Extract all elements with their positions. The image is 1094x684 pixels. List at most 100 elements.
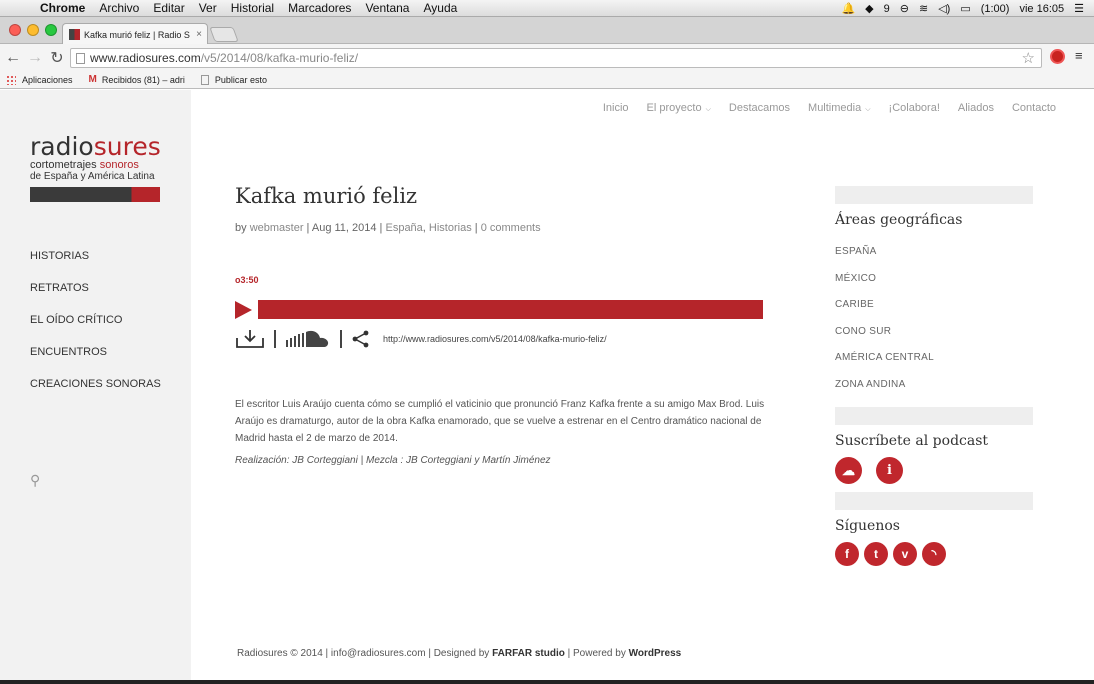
divider bbox=[340, 330, 342, 348]
close-tab-icon[interactable]: × bbox=[196, 29, 202, 40]
tab-strip: Kafka murió feliz | Radio S × bbox=[0, 17, 1094, 45]
area-america-central[interactable]: AMÉRICA CENTRAL bbox=[835, 352, 1033, 379]
document-icon bbox=[200, 74, 209, 85]
social-icons: f t v ◝ bbox=[835, 542, 1033, 566]
soundcloud-podcast-icon[interactable]: ☁ bbox=[835, 457, 862, 484]
web-page: radiosures cortometrajes sonoros de Espa… bbox=[0, 90, 1094, 680]
extension-icon[interactable] bbox=[1050, 49, 1065, 64]
wifi-icon[interactable]: ≋ bbox=[919, 2, 928, 15]
menu-archivo[interactable]: Archivo bbox=[99, 1, 139, 15]
info-icon[interactable]: i bbox=[876, 457, 903, 484]
footer-designer-link[interactable]: FARFAR studio bbox=[492, 648, 565, 659]
footer-wordpress-link[interactable]: WordPress bbox=[629, 648, 682, 659]
share-url[interactable]: http://www.radiosures.com/v5/2014/08/kaf… bbox=[383, 334, 607, 344]
post-meta: by webmaster | Aug 11, 2014 | España, Hi… bbox=[235, 222, 541, 234]
author-link[interactable]: webmaster bbox=[250, 222, 304, 234]
top-nav: Inicio El proyecto ⌵ Destacamos Multimedi… bbox=[585, 102, 1056, 114]
divider bbox=[274, 330, 276, 348]
search-icon[interactable]: ⚲ bbox=[30, 472, 40, 489]
back-arrow-icon[interactable]: ← bbox=[2, 49, 24, 67]
post-content: Kafka murió feliz by webmaster | Aug 11,… bbox=[235, 184, 765, 466]
volume-icon[interactable]: ◁) bbox=[938, 2, 950, 15]
post-body: El escritor Luis Araújo cuenta cómo se c… bbox=[235, 399, 765, 444]
share-icon[interactable] bbox=[351, 329, 371, 349]
battery-icon[interactable]: ▭ bbox=[960, 2, 970, 15]
logo-word-sures: sures bbox=[93, 132, 161, 161]
area-mexico[interactable]: MÉXICO bbox=[835, 273, 1033, 300]
menu-app[interactable]: Chrome bbox=[40, 1, 85, 15]
menu-marcadores[interactable]: Marcadores bbox=[288, 1, 351, 15]
bookmark-gmail[interactable]: M Recibidos (81) – adri bbox=[89, 74, 185, 85]
side-nav-historias[interactable]: HISTORIAS bbox=[30, 250, 161, 282]
podcast-title: Suscríbete al podcast bbox=[835, 433, 989, 449]
bookmark-apps[interactable]: Aplicaciones bbox=[0, 74, 73, 85]
nav-inicio[interactable]: Inicio bbox=[603, 102, 629, 114]
address-bar[interactable]: www.radiosures.com/v5/2014/08/kafka-muri… bbox=[70, 48, 1042, 68]
twitter-icon[interactable]: t bbox=[864, 542, 888, 566]
vimeo-icon[interactable]: v bbox=[893, 542, 917, 566]
widget-divider bbox=[835, 492, 1033, 510]
nav-label: Multimedia bbox=[808, 102, 862, 114]
site-logo[interactable]: radiosures cortometrajes sonoros de Espa… bbox=[30, 132, 161, 202]
side-nav-retratos[interactable]: RETRATOS bbox=[30, 282, 161, 314]
play-icon[interactable] bbox=[235, 300, 252, 319]
area-zona-andina[interactable]: ZONA ANDINA bbox=[835, 379, 1033, 406]
menu-historial[interactable]: Historial bbox=[231, 1, 274, 15]
clock[interactable]: vie 16:05 bbox=[1019, 3, 1064, 15]
side-nav-encuentros[interactable]: ENCUENTROS bbox=[30, 346, 161, 378]
chrome-menu-icon[interactable]: ≡ bbox=[1075, 48, 1083, 63]
area-caribe[interactable]: CARIBE bbox=[835, 299, 1033, 326]
category-historias-link[interactable]: Historias bbox=[429, 222, 472, 234]
reload-icon[interactable]: ↻ bbox=[46, 48, 68, 68]
minimize-window-button[interactable] bbox=[27, 24, 39, 36]
battery-time[interactable]: (1:00) bbox=[981, 3, 1010, 15]
areas-title: Áreas geográficas bbox=[835, 212, 963, 228]
menu-ver[interactable]: Ver bbox=[199, 1, 217, 15]
notif-count[interactable]: 9 bbox=[884, 3, 890, 15]
dropbox-icon[interactable]: ◆ bbox=[865, 2, 873, 15]
notification-icon[interactable]: 🔔 bbox=[841, 2, 855, 15]
new-tab-button[interactable] bbox=[209, 27, 239, 42]
nav-el-proyecto[interactable]: El proyecto ⌵ bbox=[647, 102, 711, 114]
side-nav-oido-critico[interactable]: EL OÍDO CRÍTICO bbox=[30, 314, 161, 346]
download-icon[interactable] bbox=[235, 329, 265, 349]
bookmark-star-icon[interactable]: ☆ bbox=[1022, 49, 1035, 67]
side-nav: HISTORIAS RETRATOS EL OÍDO CRÍTICO ENCUE… bbox=[30, 250, 161, 410]
close-window-button[interactable] bbox=[9, 24, 21, 36]
menu-ayuda[interactable]: Ayuda bbox=[423, 1, 457, 15]
menu-editar[interactable]: Editar bbox=[153, 1, 184, 15]
right-sidebar: Áreas geográficas ESPAÑA MÉXICO CARIBE C… bbox=[835, 186, 1033, 566]
forward-arrow-icon[interactable]: → bbox=[24, 49, 46, 67]
nav-contacto[interactable]: Contacto bbox=[1012, 102, 1056, 114]
nav-label: El proyecto bbox=[646, 102, 702, 114]
widget-divider bbox=[835, 407, 1033, 425]
areas-list: ESPAÑA MÉXICO CARIBE CONO SUR AMÉRICA CE… bbox=[835, 246, 1033, 405]
comments-link[interactable]: 0 comments bbox=[481, 222, 541, 234]
area-cono-sur[interactable]: CONO SUR bbox=[835, 326, 1033, 353]
post-credit: Realización: JB Corteggiani | Mezcla : J… bbox=[235, 455, 551, 466]
zoom-window-button[interactable] bbox=[45, 24, 57, 36]
tab-active[interactable]: Kafka murió feliz | Radio S × bbox=[62, 23, 208, 45]
side-nav-creaciones[interactable]: CREACIONES SONORAS bbox=[30, 378, 161, 410]
nav-aliados[interactable]: Aliados bbox=[958, 102, 994, 114]
nav-colabora[interactable]: ¡Colabora! bbox=[889, 102, 940, 114]
browser-toolbar: ← → ↻ www.radiosures.com/v5/2014/08/kafk… bbox=[0, 44, 1094, 71]
nav-destacamos[interactable]: Destacamos bbox=[729, 102, 790, 114]
soundcloud-icon[interactable] bbox=[285, 329, 331, 349]
podcast-icons: ☁ i bbox=[835, 457, 1033, 484]
area-espana[interactable]: ESPAÑA bbox=[835, 246, 1033, 273]
list-icon[interactable]: ☰ bbox=[1074, 2, 1084, 15]
bookmark-label: Recibidos (81) – adri bbox=[101, 74, 185, 85]
sync-icon[interactable]: ⊖ bbox=[900, 2, 909, 15]
category-espana-link[interactable]: España bbox=[385, 222, 422, 234]
window-bottom-edge bbox=[0, 680, 1094, 684]
menu-ventana[interactable]: Ventana bbox=[365, 1, 409, 15]
window-controls bbox=[9, 24, 57, 36]
bookmark-publicar[interactable]: Publicar esto bbox=[200, 74, 267, 85]
follow-title: Síguenos bbox=[835, 518, 900, 534]
audio-progress-bar[interactable] bbox=[258, 300, 763, 319]
rss-icon[interactable]: ◝ bbox=[922, 542, 946, 566]
facebook-icon[interactable]: f bbox=[835, 542, 859, 566]
os-menubar: Chrome Archivo Editar Ver Historial Marc… bbox=[0, 0, 1094, 17]
nav-multimedia[interactable]: Multimedia ⌵ bbox=[808, 102, 871, 114]
